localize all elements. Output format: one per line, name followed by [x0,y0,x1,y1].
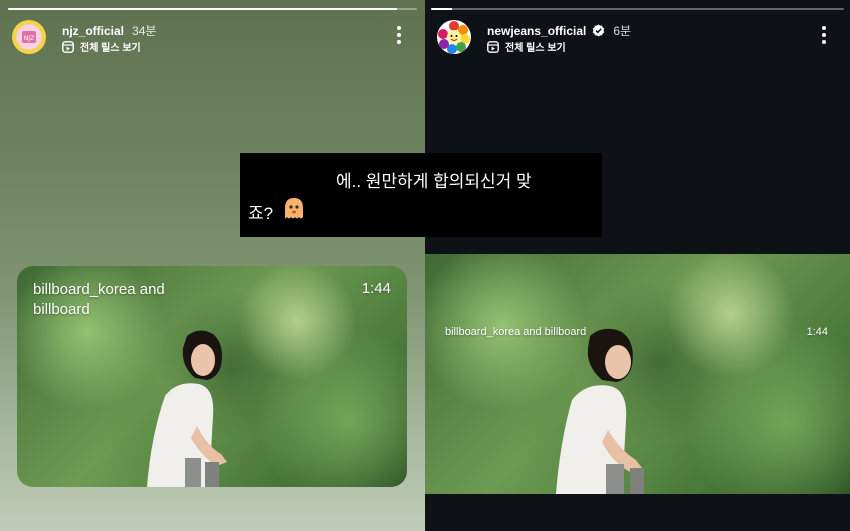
more-options-icon[interactable] [822,26,826,46]
reel-duration: 1:44 [806,326,828,338]
view-all-reels-link[interactable]: 전체 릴스 보기 [62,39,141,54]
reels-icon [487,40,499,53]
reel-duration: 1:44 [361,280,391,297]
story-progress-fill [431,8,452,10]
person-image [147,330,227,487]
story-header: NJZ njz_official 34분 전체 릴스 보기 [12,18,413,58]
avatar[interactable]: NJZ [12,20,46,54]
story-header: newjeans_official 6분 전체 릴스 보기 [437,18,838,58]
verified-badge-icon [593,24,605,37]
view-all-reels-label: 전체 릴스 보기 [505,43,566,54]
comment-overlay: 에.. 원만하게 합의되신거 맞 죠? [240,153,602,237]
comment-line-1: 에.. 원만하게 합의되신거 맞 [336,172,532,191]
story-progress-bar [431,8,844,10]
username[interactable]: njz_official 34분 [62,22,156,39]
flower-logo-icon [438,21,470,54]
njz-logo-icon: NJZ [22,31,36,43]
story-progress-fill [8,8,397,10]
reels-icon [62,40,74,53]
comment-line-2-text: 죠? [248,204,274,223]
shared-reel-video[interactable]: billboard_korea and billboard 1:44 [17,266,407,487]
shared-reel-video[interactable]: billboard_korea and billboard 1:44 [425,254,850,494]
ghost-emoji-icon [283,197,305,231]
post-time: 34분 [132,24,157,38]
story-progress-bar [8,8,417,10]
more-options-icon[interactable] [397,26,401,46]
view-all-reels-link[interactable]: 전체 릴스 보기 [487,39,566,54]
view-all-reels-label: 전체 릴스 보기 [80,43,141,54]
left-story-panel: NJZ njz_official 34분 전체 릴스 보기 billboard_k… [0,0,425,531]
right-story-panel: newjeans_official 6분 전체 릴스 보기 billboard_… [425,0,850,531]
username-text[interactable]: newjeans_official [487,24,586,38]
username[interactable]: newjeans_official 6분 [487,22,631,39]
avatar[interactable] [437,20,471,54]
svg-text:NJZ: NJZ [24,35,34,42]
person-image [556,328,644,494]
username-text[interactable]: njz_official [62,24,124,38]
reel-caption: billboard_korea and billboard [33,281,165,318]
comment-line-2: 죠? [248,197,305,231]
post-time: 6분 [613,24,632,38]
